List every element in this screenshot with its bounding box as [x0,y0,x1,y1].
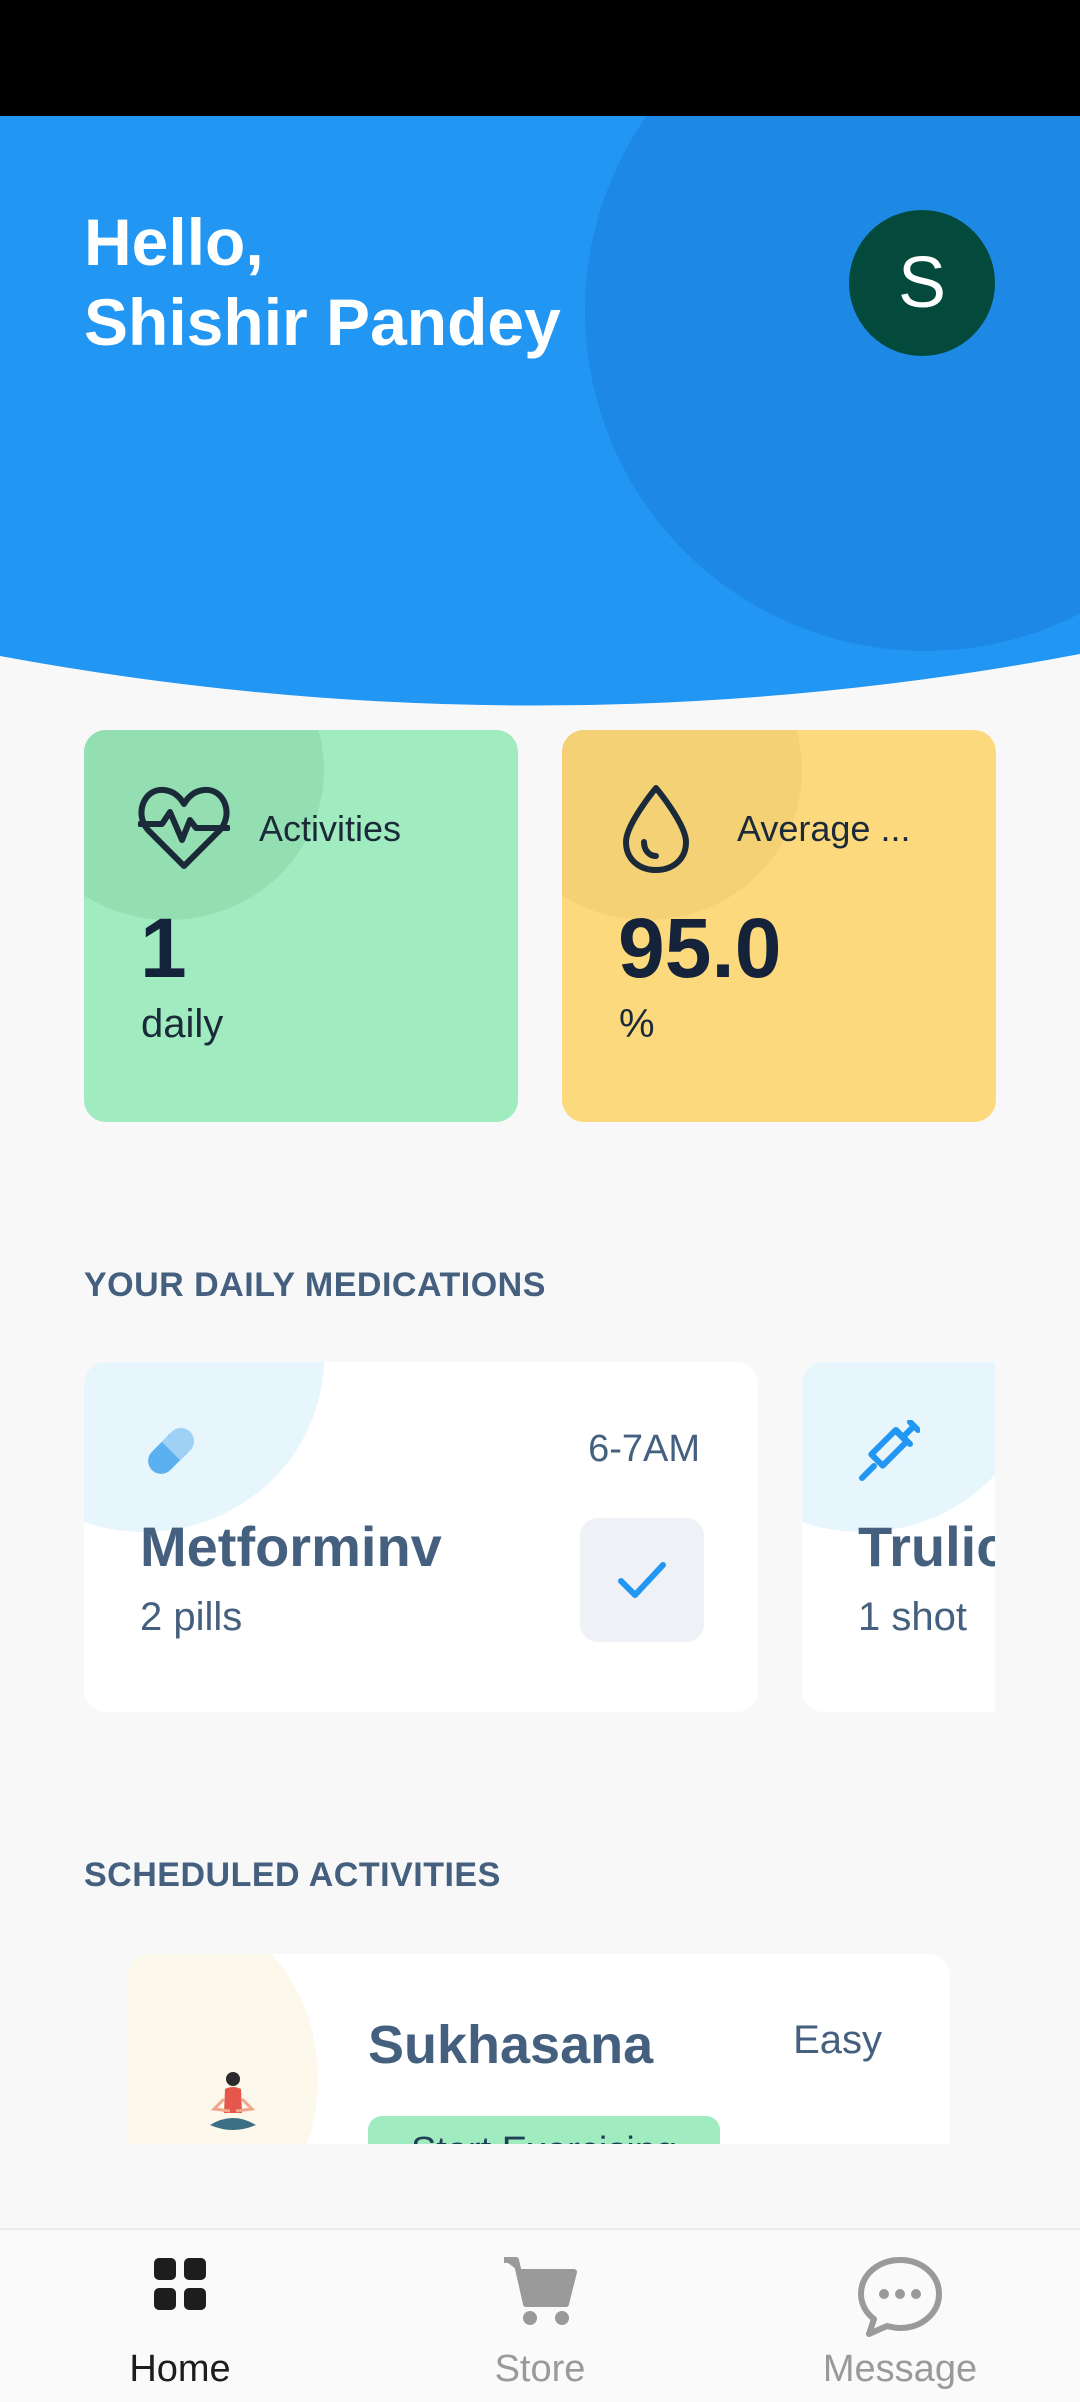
medication-dose: 1 shot [858,1595,967,1639]
header: Hello, Shishir Pandey S [0,116,1080,716]
nav-message[interactable]: Message [750,2230,1050,2402]
avatar[interactable]: S [849,210,995,356]
nav-label: Home [129,2348,231,2390]
taken-checkbox[interactable] [580,1518,704,1642]
meditation-figure-icon [210,2072,256,2130]
activities-section-title: SCHEDULED ACTIVITIES [84,1856,501,1894]
checkmark-icon [618,1562,666,1598]
heartbeat-icon [138,786,230,869]
medication-name: Metforminv [140,1515,442,1578]
medication-card-clip: Trulicity 1 shot [802,1362,995,1712]
medication-name: Trulicity [858,1515,995,1578]
average-card[interactable]: Average ... 95.0 % [562,730,996,1122]
medication-dose: 2 pills [140,1595,243,1639]
greeting-hello: Hello, [84,205,264,279]
medications-section-title: YOUR DAILY MEDICATIONS [84,1266,546,1304]
medication-card[interactable]: Metforminv 2 pills 6-7AM [84,1362,758,1712]
bottom-navigation: Home Store Message [0,2228,1080,2402]
activity-difficulty: Easy [793,2018,882,2062]
stat-unit: daily [141,1002,224,1046]
stat-value: 1 [140,901,187,995]
cart-icon [504,2257,577,2325]
activity-card-clip: Sukhasana Easy Start Exercising [128,1954,950,2144]
user-name: Shishir Pandey [84,285,561,359]
nav-home[interactable]: Home [30,2230,330,2402]
status-bar [0,0,1080,116]
stat-label: Activities [259,808,402,849]
medication-time: 6-7AM [588,1428,700,1470]
activities-card[interactable]: Activities 1 daily [84,730,518,1122]
chat-bubble-icon [858,2257,942,2337]
grid-icon [154,2258,206,2310]
stat-label: Average ... [737,808,911,849]
pill-icon [148,1428,194,1474]
greeting: Hello, Shishir Pandey [84,202,561,362]
activity-name: Sukhasana [368,2015,654,2075]
stat-value: 95.0 [618,901,782,995]
water-drop-icon [623,785,689,873]
card-decoration [84,1362,324,1532]
stat-unit: % [619,1002,655,1046]
start-exercising-button[interactable]: Start Exercising [368,2116,720,2144]
activity-card[interactable]: Sukhasana Easy Start Exercising [128,1954,950,2144]
nav-label: Message [822,2348,978,2390]
nav-label: Store [494,2348,586,2390]
nav-store[interactable]: Store [390,2230,690,2402]
syringe-icon [859,1420,920,1481]
medication-card[interactable]: Trulicity 1 shot [802,1362,995,1712]
